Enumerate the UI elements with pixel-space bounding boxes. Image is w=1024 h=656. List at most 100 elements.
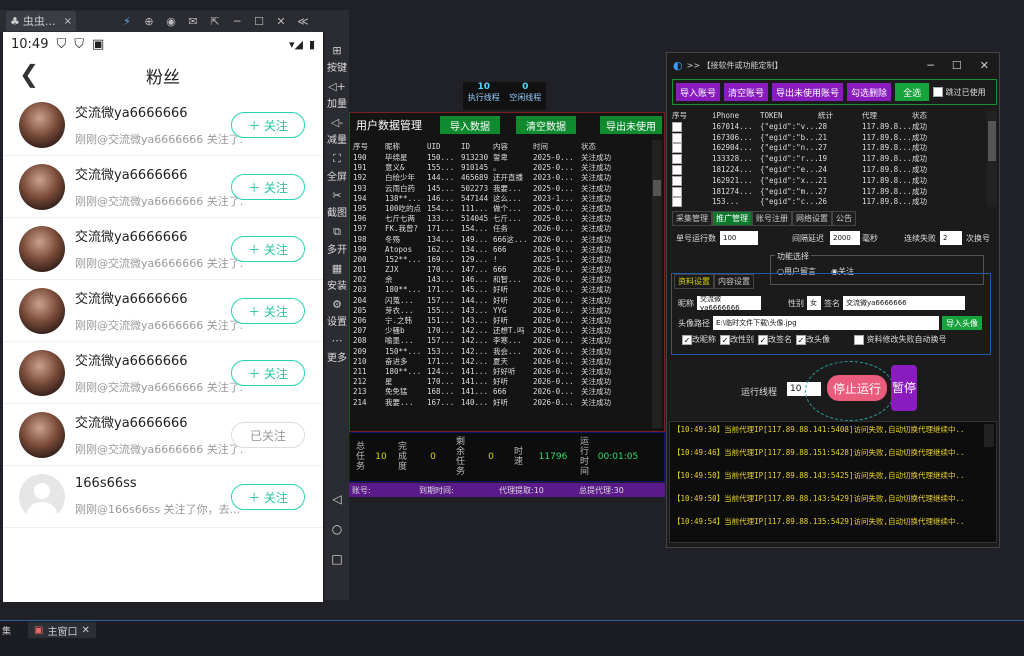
column-header[interactable]: UID: [427, 140, 461, 153]
avatar[interactable]: [19, 163, 65, 210]
account-table-scrollbar[interactable]: [987, 111, 997, 207]
column-header[interactable]: 昵称: [385, 140, 427, 153]
table-row[interactable]: 192 白绘少年 144... 465689 还开直播 2023-0... 关注成功: [353, 173, 649, 183]
minimize-icon[interactable]: ─: [226, 15, 248, 28]
row-checkbox-cell[interactable]: 8: [672, 197, 712, 207]
follow-button[interactable]: ＋ 关注: [231, 298, 305, 324]
table-row[interactable]: 206 宁.之韩 151... 143... 好听 2026-0... 关注成功: [353, 316, 649, 326]
row-checkbox[interactable]: [672, 175, 682, 186]
tab-close-icon[interactable]: ✕: [81, 625, 89, 636]
sign-input[interactable]: 交流微ya6666666: [843, 296, 965, 310]
avatar[interactable]: [19, 225, 65, 272]
table-row[interactable]: 4133328... {"egid":"r...19 117.89.8...成功: [672, 154, 990, 165]
main-window-tab[interactable]: ▣ 主窗口 ✕: [28, 622, 96, 638]
row-checkbox[interactable]: [672, 197, 682, 207]
minimize-icon[interactable]: ─: [927, 59, 934, 72]
option-checkbox[interactable]: ✓ 改头像: [796, 334, 830, 345]
table-row[interactable]: 197 FK.我曾? 171... 154... 任务 2026-0... 关注成功: [353, 224, 649, 234]
tab-3[interactable]: 网络设置: [792, 211, 832, 226]
table-row[interactable]: 5181224... {"egid":"e...24 117.89.8...成功: [672, 164, 990, 176]
row-checkbox[interactable]: [672, 143, 682, 154]
column-header[interactable]: ID: [461, 140, 493, 153]
avatar-path-input[interactable]: E:\临时文件下载\头像.jpg: [713, 316, 939, 330]
follow-button[interactable]: ＋ 关注: [231, 484, 305, 510]
row-checkbox[interactable]: [672, 186, 682, 197]
nav-home-icon[interactable]: ○: [332, 522, 342, 536]
nav-back-icon[interactable]: ◁: [332, 492, 341, 506]
sidebar-item[interactable]: ⋯ 更多: [327, 334, 347, 364]
import-account-button[interactable]: 导入账号: [676, 83, 721, 101]
fail-input[interactable]: 2: [940, 231, 962, 245]
follow-button[interactable]: ＋ 关注: [231, 236, 305, 262]
clear-data-button[interactable]: 清空数据: [516, 116, 576, 134]
sidebar-item[interactable]: ⛶ 全屏: [327, 152, 347, 183]
option-checkbox[interactable]: ✓ 改签名: [758, 334, 792, 345]
row-checkbox-cell[interactable]: 7: [672, 186, 712, 197]
user-icon[interactable]: ◉: [160, 15, 182, 28]
row-checkbox-cell[interactable]: 4: [672, 154, 712, 165]
table-row[interactable]: 203 180**... 171... 145... 好听 2026-0... 关注成功: [353, 285, 649, 295]
checkbox[interactable]: ✓: [796, 334, 806, 345]
table-row[interactable]: 195 100吃的点 154... 111... 做个... 2025-0... 关注成功: [353, 204, 649, 214]
table-row[interactable]: 3162904... {"egid":"n...27 117.89.8...成功: [672, 143, 990, 154]
table-row[interactable]: 212 星 170... 141... 好听 2026-0... 关注成功: [353, 377, 649, 387]
row-checkbox[interactable]: [672, 154, 682, 165]
sidebar-item[interactable]: ⧉ 多开: [327, 225, 347, 256]
table-row[interactable]: 209 150**... 153... 142... 我会... 2026-0... 关注成…: [353, 347, 649, 357]
follow-button[interactable]: ＋ 关注: [231, 174, 305, 200]
row-checkbox-cell[interactable]: 3: [672, 143, 712, 154]
skip-used-checkbox[interactable]: [933, 87, 944, 97]
table-row[interactable]: 194 138**... 146... 547144 这么... 2023-1... 关注成…: [353, 194, 649, 204]
followed-button[interactable]: 已关注: [231, 422, 305, 448]
flash-icon[interactable]: ⚡: [116, 15, 138, 28]
table-row[interactable]: 201 ZJX 170... 147... 666 2026-0... 关注成功: [353, 265, 649, 275]
column-header[interactable]: 代理: [862, 111, 912, 122]
table-row[interactable]: 190 毕绵星 150... 913230 誓卑 2025-0... 关注成功: [353, 153, 649, 163]
table-row[interactable]: 213 免免猛 168... 141... 666 2026-0... 关注成功: [353, 387, 649, 397]
table-row[interactable]: 6162921... {"egid":"x...21 117.89.8...成功: [672, 175, 990, 187]
row-checkbox[interactable]: [672, 121, 682, 132]
sidebar-item[interactable]: ⊞ 按键: [327, 44, 347, 74]
option-checkbox[interactable]: ✓ 改昵称: [682, 334, 716, 345]
row-checkbox-cell[interactable]: 2: [672, 132, 712, 143]
close-icon[interactable]: ✕: [980, 59, 989, 72]
table-row[interactable]: 210 奋进多 171... 142... 夏天 2026-0... 关注成功: [353, 357, 649, 367]
table-row[interactable]: 193 云雨白药 145... 502273 我要... 2025-0... 关注成功: [353, 184, 649, 194]
table-row[interactable]: 7181274... {"egid":"m...27 117.89.8...成功: [672, 186, 990, 197]
export-unused-button[interactable]: 导出未使用: [600, 116, 662, 134]
column-header[interactable]: 时间: [533, 140, 581, 153]
table-row[interactable]: 202 余 143... 146... 和智... 2026-0... 关注成功: [353, 275, 649, 285]
table-row[interactable]: 199 Atopos 162... 134... 666 2026-0... 关注成功: [353, 245, 649, 255]
table-row[interactable]: 2167306... {"egid":"b...21 117.89.8...成功: [672, 132, 990, 143]
option-checkbox[interactable]: ✓ 改性别: [720, 334, 754, 345]
row-checkbox-cell[interactable]: 1: [672, 121, 712, 133]
fan-name[interactable]: 交流微ya6666666: [75, 412, 243, 431]
emulator-tab[interactable]: ♣ 虫虫... ×: [6, 11, 76, 31]
fan-name[interactable]: 交流微ya6666666: [75, 288, 243, 307]
gamepad-icon[interactable]: ⊕: [138, 15, 160, 28]
sidebar-item[interactable]: ◁+ 加量: [327, 80, 347, 110]
fan-name[interactable]: 交流微ya6666666: [75, 102, 243, 121]
row-checkbox-cell[interactable]: 5: [672, 164, 712, 176]
column-header[interactable]: 内容: [493, 140, 533, 153]
tab-close-icon[interactable]: ×: [64, 16, 72, 27]
tab-1[interactable]: 推广管理: [712, 211, 752, 226]
delete-checked-button[interactable]: 勾选删除: [847, 83, 892, 101]
column-header[interactable]: 序号: [672, 111, 712, 122]
collapse-sidebar-icon[interactable]: ≪: [292, 15, 314, 28]
interval-input[interactable]: 2000: [830, 231, 860, 245]
table-row[interactable]: 211 180**... 124... 141... 好好听 2026-0... 关注成功: [353, 367, 649, 377]
maximize-icon[interactable]: ☐: [248, 15, 270, 28]
export-unused-account-button[interactable]: 导出未使用账号: [772, 83, 844, 101]
sidebar-item[interactable]: ◁- 减量: [327, 116, 347, 146]
mail-icon[interactable]: ✉: [182, 15, 204, 28]
tab-4[interactable]: 公告: [832, 211, 856, 226]
column-header[interactable]: 状态: [581, 140, 641, 153]
column-header[interactable]: 序号: [353, 140, 385, 153]
pause-button[interactable]: 暂停: [891, 365, 917, 411]
maximize-icon[interactable]: ☐: [952, 59, 962, 72]
checkbox[interactable]: ✓: [758, 334, 768, 345]
select-all-button[interactable]: 全选: [895, 83, 930, 101]
table-row[interactable]: 204 闪蒐... 157... 144... 好听 2026-0... 关注成功: [353, 296, 649, 306]
table-row[interactable]: 196 七斤七两 133... 514045 七斤... 2025-0... 关注成功: [353, 214, 649, 224]
